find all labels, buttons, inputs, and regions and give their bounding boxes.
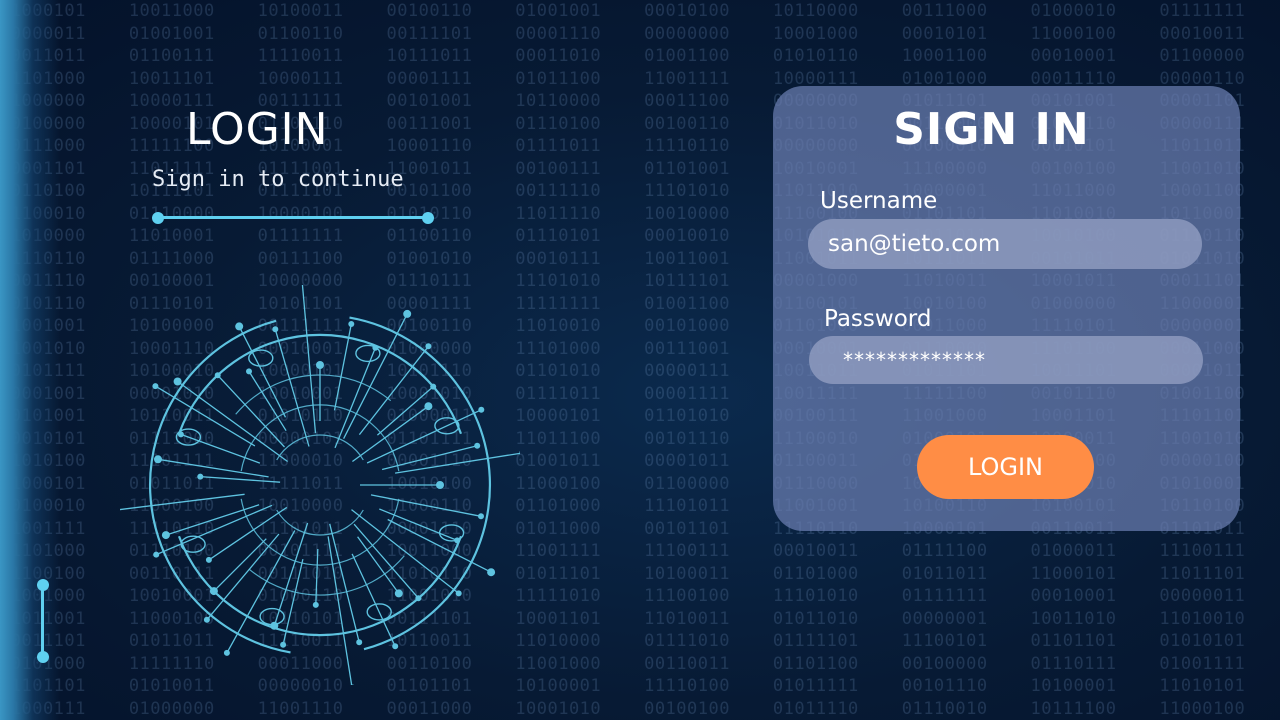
accent-dot-top — [36, 579, 49, 591]
password-value: ************* — [843, 348, 986, 372]
accent-dot-bottom — [36, 651, 49, 663]
accent-dot-left — [152, 211, 164, 224]
accent-divider — [158, 216, 428, 219]
accent-dot-right — [422, 211, 434, 224]
username-label: Username — [820, 188, 938, 214]
circuit-icon — [120, 285, 520, 685]
password-label: Password — [824, 306, 932, 332]
left-glow-strip — [0, 0, 60, 720]
username-value: san@tieto.com — [828, 231, 1001, 257]
login-subtitle: Sign in to continue — [152, 167, 404, 192]
password-field[interactable]: ************* — [809, 336, 1203, 384]
login-heading: LOGIN — [186, 104, 329, 155]
sign-in-title: SIGN IN — [893, 104, 1090, 155]
login-button[interactable]: LOGIN — [917, 435, 1094, 499]
username-field[interactable]: san@tieto.com — [808, 219, 1202, 269]
accent-vertical-line — [41, 585, 44, 657]
